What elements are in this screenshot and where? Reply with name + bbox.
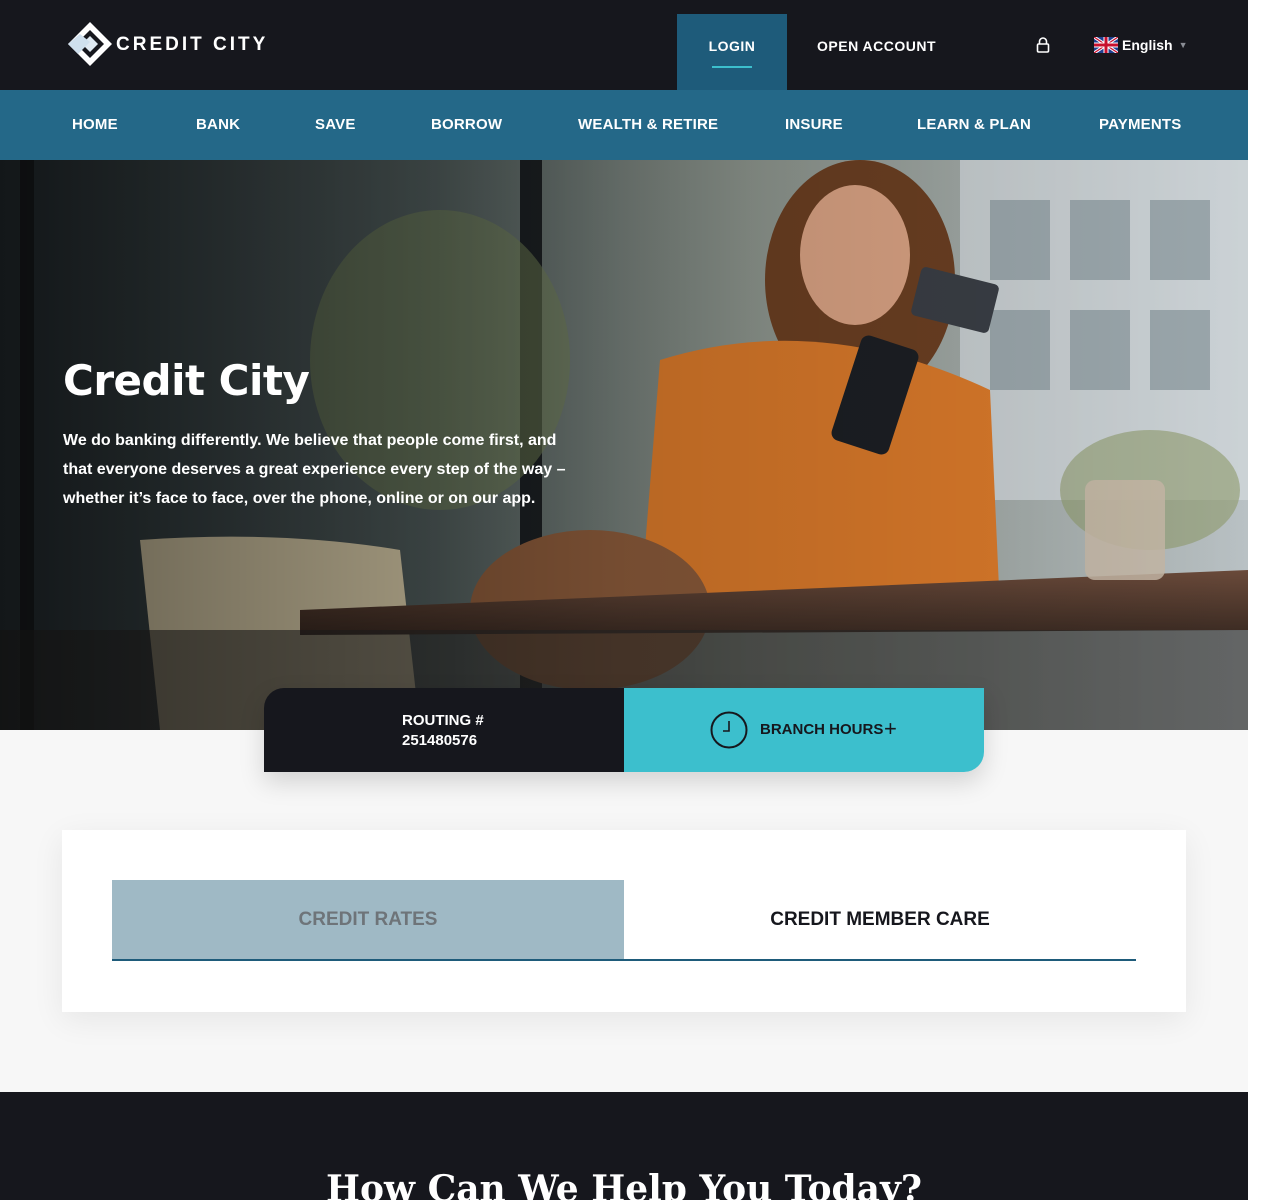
hero-description: We do banking differently. We believe th…: [63, 432, 566, 507]
top-header: CREDIT CITY LOGIN OPEN ACCOUNT English ▼: [0, 0, 1248, 90]
rates-tabs-card: CREDIT RATES CREDIT MEMBER CARE: [62, 830, 1186, 1012]
language-label: English: [1122, 37, 1173, 53]
nav-item-save[interactable]: SAVE: [315, 116, 356, 133]
tab-credit-rates[interactable]: CREDIT RATES: [112, 880, 624, 960]
help-title: How Can We Help You Today?: [326, 1168, 922, 1200]
branch-hours-button[interactable]: BRANCH HOURS +: [624, 688, 984, 772]
main-nav: HOME BANK SAVE BORROW WEALTH & RETIRE IN…: [0, 90, 1248, 160]
tab-underline: [112, 959, 1136, 961]
page: CREDIT CITY LOGIN OPEN ACCOUNT English ▼…: [0, 0, 1248, 1200]
nav-item-payments[interactable]: PAYMENTS: [1099, 116, 1181, 133]
routing-branch-bar: ROUTING # 251480576 BRANCH HOURS +: [264, 688, 984, 772]
login-label: LOGIN: [708, 38, 756, 54]
login-button[interactable]: LOGIN: [677, 14, 787, 90]
logo-link[interactable]: CREDIT CITY: [66, 20, 268, 68]
help-section: How Can We Help You Today?: [0, 1092, 1248, 1200]
uk-flag-icon: [1093, 35, 1119, 55]
plus-icon: +: [884, 716, 897, 741]
hero-title: Credit City: [63, 356, 310, 405]
clock-icon: [710, 711, 748, 749]
hero-banner: Credit City We do banking differently. W…: [0, 160, 1248, 730]
nav-item-insure[interactable]: INSURE: [785, 116, 843, 133]
brand-name: CREDIT CITY: [116, 34, 269, 55]
routing-number: 251480576: [402, 732, 478, 749]
nav-item-home[interactable]: HOME: [72, 116, 118, 133]
open-account-link[interactable]: OPEN ACCOUNT: [817, 38, 936, 54]
nav-item-learn-plan[interactable]: LEARN & PLAN: [917, 116, 1031, 133]
tab-credit-member-care[interactable]: CREDIT MEMBER CARE: [624, 880, 1136, 960]
chevron-down-icon: ▼: [1178, 40, 1188, 50]
nav-item-bank[interactable]: BANK: [196, 116, 240, 133]
branch-hours-label: BRANCH HOURS: [760, 721, 884, 738]
login-active-indicator: [712, 66, 752, 68]
nav-item-borrow[interactable]: BORROW: [431, 116, 502, 133]
nav-item-wealth-retire[interactable]: WEALTH & RETIRE: [578, 116, 718, 133]
routing-label: ROUTING #: [402, 712, 484, 729]
lock-icon[interactable]: [1035, 36, 1051, 54]
diamond-logo-icon: [66, 20, 118, 68]
routing-panel: ROUTING # 251480576: [264, 688, 624, 772]
language-selector[interactable]: English ▼: [1093, 35, 1188, 55]
